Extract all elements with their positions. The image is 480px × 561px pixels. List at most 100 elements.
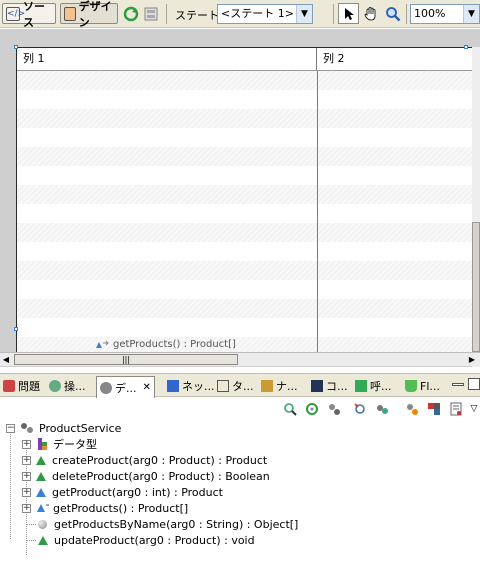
tab-label: デ...	[115, 381, 137, 395]
expand-icon[interactable]: +	[22, 503, 31, 513]
zoom-select[interactable]: 100% ▼	[410, 4, 480, 24]
operation-icon	[36, 471, 46, 481]
grid-row[interactable]	[17, 185, 473, 204]
state-select-value: <ステート 1>	[221, 7, 294, 20]
configure-button[interactable]	[326, 401, 342, 417]
services-button[interactable]	[374, 401, 390, 417]
grid-row[interactable]	[17, 280, 473, 299]
grid-row[interactable]	[17, 242, 473, 261]
selection-handle[interactable]	[464, 45, 468, 49]
grid-row[interactable]	[17, 166, 473, 185]
refresh-button[interactable]	[121, 4, 141, 23]
scroll-right-icon[interactable]: ▶	[466, 353, 478, 366]
expand-icon[interactable]: +	[22, 471, 31, 481]
grid-row[interactable]	[17, 90, 473, 109]
data-services-tree: − ProductService + データ型 + createProduct(…	[0, 420, 480, 561]
connect-button[interactable]	[352, 401, 368, 417]
tab-label: ナ...	[276, 380, 298, 393]
grid-row[interactable]	[17, 147, 473, 166]
tab-network[interactable]: ネッ...	[164, 376, 218, 396]
toolbar-separator	[333, 4, 334, 24]
grid-row[interactable]	[17, 109, 473, 128]
zoom-tool-button[interactable]	[382, 3, 403, 24]
find-button[interactable]	[282, 401, 298, 417]
design-mode-button[interactable]: デザイン	[60, 0, 118, 29]
tab-label: コ...	[326, 380, 348, 393]
grid-row[interactable]	[17, 128, 473, 147]
hand-tool-button[interactable]	[360, 3, 381, 24]
tree-node-operation-bound[interactable]: + getProducts() : Product[]	[22, 500, 188, 516]
generate-icon	[407, 404, 418, 415]
view-menu-button[interactable]: ▽	[466, 401, 480, 417]
tree-node-operation[interactable]: + createProduct(arg0 : Product) : Produc…	[22, 452, 267, 468]
maximize-icon[interactable]	[468, 378, 480, 390]
grid-row[interactable]	[17, 299, 473, 318]
scroll-left-icon[interactable]: ◀	[0, 353, 12, 366]
magnifier-icon	[385, 6, 400, 21]
configure-icon	[329, 404, 340, 415]
tree-node-label: updateProduct(arg0 : Product) : void	[54, 533, 255, 547]
grid-binding-text: getProducts() : Product[]	[113, 339, 236, 350]
connect-icon	[354, 403, 365, 414]
tree-node-root[interactable]: − ProductService	[6, 420, 121, 436]
expand-icon[interactable]: +	[22, 487, 31, 497]
grid-row[interactable]	[17, 318, 473, 337]
tab-label: Fl...	[420, 379, 440, 393]
tab-navigator[interactable]: ナ...	[258, 376, 301, 396]
tab-tasks[interactable]: タ...	[214, 376, 257, 396]
close-icon[interactable]: ✕	[143, 382, 151, 393]
find-icon	[284, 403, 297, 416]
horizontal-scroll-thumb[interactable]: |||	[14, 354, 238, 365]
data-model-button[interactable]	[426, 401, 442, 417]
tab-flex-test[interactable]: Fl...	[402, 376, 443, 396]
generate-button[interactable]	[404, 401, 420, 417]
data-type-icon	[38, 438, 47, 450]
tree-node-operation[interactable]: + deleteProduct(arg0 : Product) : Boolea…	[22, 468, 270, 484]
tab-operations[interactable]: 操...	[46, 376, 89, 396]
panel-tab-bar: 問題 操... デ... ✕ ネッ... タ... ナ... コ... 呼...…	[0, 373, 480, 398]
operations-icon	[49, 380, 61, 392]
expand-icon[interactable]: +	[22, 455, 31, 465]
design-canvas[interactable]: 列 1 列 2 getProducts() : Product[]	[0, 29, 480, 367]
tree-node-operation[interactable]: updateProduct(arg0 : Product) : void	[38, 532, 255, 548]
collapse-icon[interactable]: −	[6, 423, 15, 433]
vertical-scrollbar[interactable]	[472, 47, 480, 367]
vertical-scroll-thumb[interactable]	[472, 222, 480, 352]
tree-node-label: getProduct(arg0 : int) : Product	[52, 485, 223, 499]
layout-button[interactable]	[141, 4, 161, 23]
tab-problems[interactable]: 問題	[0, 376, 43, 396]
column-header-1[interactable]: 列 1	[17, 48, 317, 70]
tree-node-operation[interactable]: getProductsByName(arg0 : String) : Objec…	[38, 516, 298, 532]
data-grid[interactable]: 列 1 列 2 getProducts() : Product[]	[16, 47, 474, 359]
column-header-2[interactable]: 列 2	[317, 48, 473, 70]
state-select[interactable]: <ステート 1> ▼	[217, 4, 313, 24]
grid-row[interactable]	[17, 204, 473, 223]
grid-row[interactable]	[17, 71, 473, 90]
tree-node-operation[interactable]: + getProduct(arg0 : int) : Product	[22, 484, 223, 500]
properties-button[interactable]	[448, 401, 464, 417]
grid-row[interactable]	[17, 261, 473, 280]
tree-node-label: createProduct(arg0 : Product) : Product	[52, 453, 268, 467]
grid-row[interactable]	[17, 223, 473, 242]
tree-guide-line	[26, 524, 36, 525]
pointer-tool-button[interactable]	[338, 3, 359, 24]
layout-icon	[144, 7, 158, 20]
refresh-service-button[interactable]	[304, 401, 320, 417]
minimize-icon[interactable]	[452, 383, 464, 386]
tab-call-hierarchy[interactable]: 呼...	[352, 376, 395, 396]
expand-icon[interactable]: +	[22, 439, 31, 449]
design-view-icon	[64, 6, 76, 21]
horizontal-scrollbar[interactable]: ◀ ||| ▶	[0, 352, 480, 366]
selection-handle[interactable]	[14, 327, 18, 331]
refresh-icon	[123, 6, 139, 21]
state-label: ステート:	[175, 9, 223, 22]
tab-console[interactable]: コ...	[308, 376, 351, 396]
source-mode-button[interactable]: </> ソース	[2, 0, 56, 29]
tab-data-services[interactable]: デ... ✕	[96, 376, 155, 398]
data-services-icon	[100, 381, 112, 394]
tab-label: タ...	[232, 380, 254, 393]
selection-handle[interactable]	[14, 45, 18, 49]
tab-label: 呼...	[370, 380, 392, 393]
tree-node-data-types[interactable]: + データ型	[22, 436, 97, 452]
chevron-down-icon: ▼	[296, 5, 312, 23]
